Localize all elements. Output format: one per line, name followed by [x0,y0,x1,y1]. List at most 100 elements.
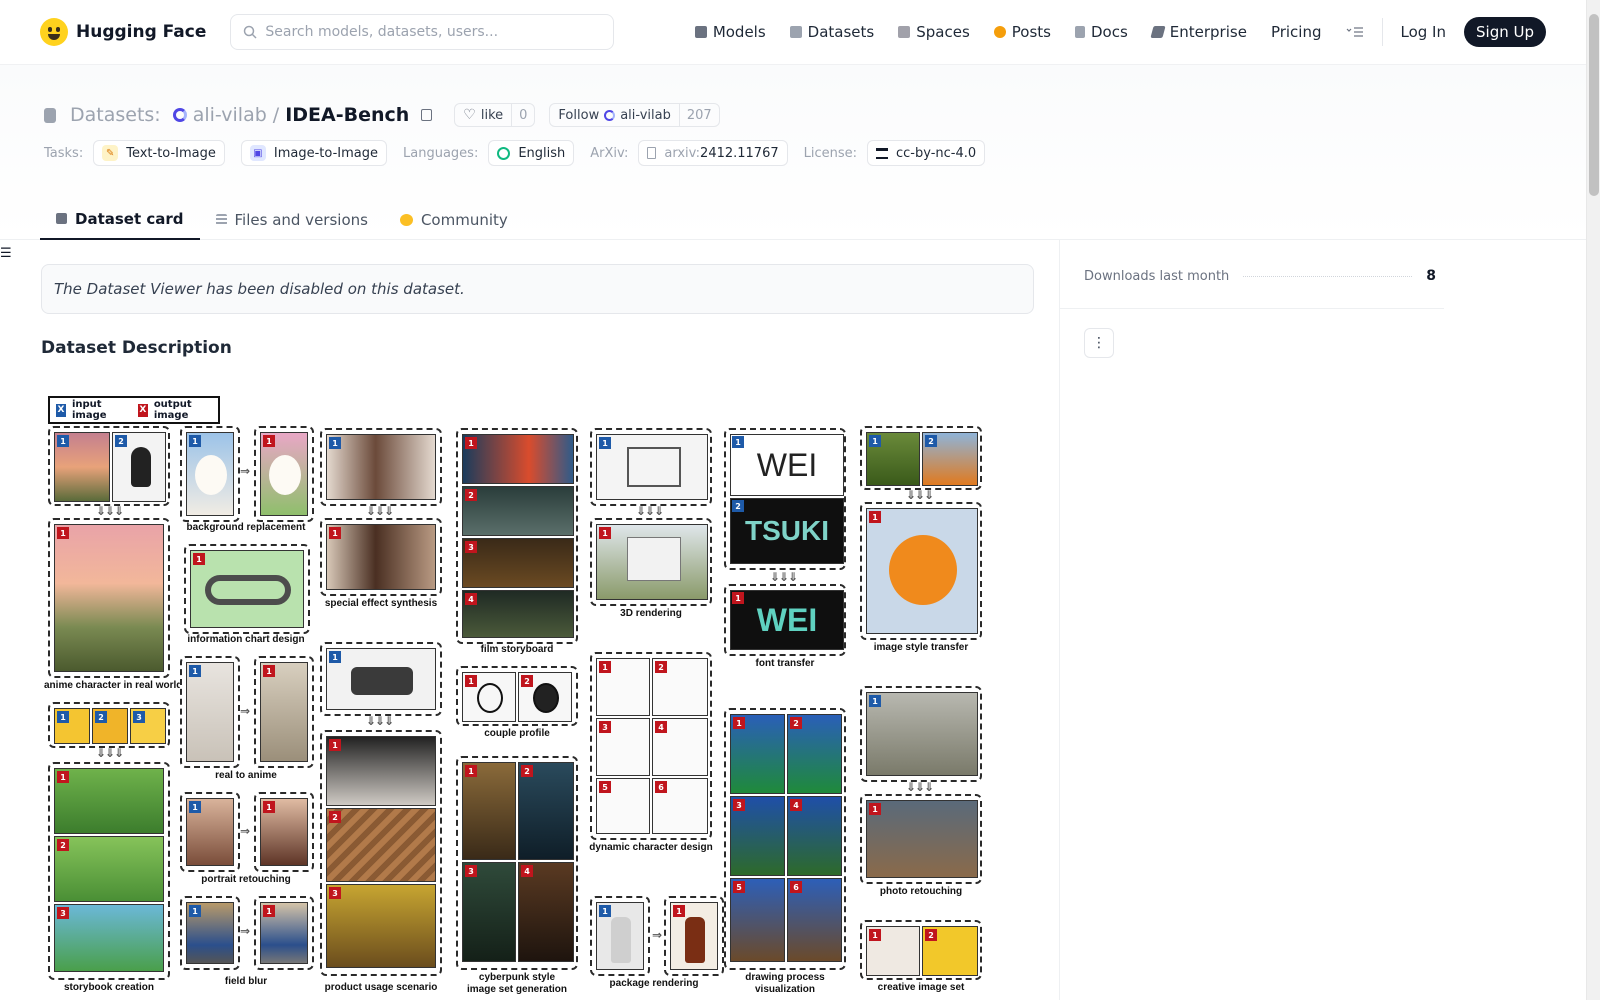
figure-cell-anime-output: 1 [48,518,170,678]
image-index-badge: 1 [673,905,685,917]
figure-legend: Xinput image Xoutput image [48,396,220,424]
image-index-badge: 4 [790,799,802,811]
globe-icon [497,146,511,160]
example-image: 1 [866,926,920,976]
example-image: 1 [866,692,978,776]
datasets-section-link[interactable]: Datasets: [70,104,161,126]
tag-license[interactable]: cc-by-nc-4.0 [867,140,986,166]
image-index-badge: 3 [733,799,745,811]
tab-dataset-card[interactable]: Dataset card [40,199,200,240]
arxiv-label: ArXiv: [590,145,629,161]
nav-spaces[interactable]: Spaces [886,14,982,50]
toc-toggle-icon[interactable]: ☰ [0,246,12,261]
figure-cell-storybook-input: 1 2 3 [48,702,170,748]
image-index-badge: 5 [733,881,745,893]
viewer-disabled-notice: The Dataset Viewer has been disabled on … [41,264,1034,314]
nav-posts[interactable]: Posts [982,14,1063,50]
nav-more-menu[interactable] [1334,14,1376,50]
flow-arrow: ⇓⇓⇓ [636,504,664,518]
image-index-badge: 1 [263,665,275,677]
tag-text-to-image[interactable]: ✎ Text-to-Image [93,140,225,166]
example-image: 1 [54,768,164,834]
tab-files-and-versions[interactable]: Files and versions [200,199,384,240]
image-index-badge: 1 [733,717,745,729]
example-image: 1 [260,798,308,866]
cube-icon [694,26,707,38]
image-index-badge: 1 [869,695,881,707]
search-input[interactable] [265,24,586,40]
search-box[interactable] [230,14,615,50]
tasks-label: Tasks: [44,145,84,161]
image-index-badge: 1 [465,675,477,687]
figure-cell-package-input: 1 [590,896,650,976]
tab-community[interactable]: Community [384,199,524,240]
caption: photo retouching [879,886,963,897]
example-image: 3 [130,708,166,744]
license-label: License: [803,145,858,161]
output-badge-swatch: X [137,403,148,417]
image-index-badge: 3 [465,541,477,553]
idea-bench-overview-figure: Xinput image Xoutput image 1 2 ⇓⇓⇓ 1 ani… [44,388,984,1000]
example-image: 1 [596,434,708,500]
image-index-badge: 4 [465,593,477,605]
more-options-button[interactable]: ⋮ [1084,328,1114,358]
image-index-badge: 1 [732,436,744,448]
downloads-label: Downloads last month [1084,268,1230,284]
example-image: 1 [260,662,308,762]
tag-image-to-image[interactable]: ▣ Image-to-Image [240,140,388,166]
divider [1060,308,1444,309]
image-index-badge: 1 [599,527,611,539]
image-to-image-icon: ▣ [249,145,266,161]
org-link[interactable]: ali-vilab [193,104,267,126]
caption: 3D rendering [620,608,682,619]
nav-models[interactable]: Models [683,14,778,50]
like-button[interactable]: ♡ like 0 [454,103,536,127]
example-image: 3 [730,796,785,876]
nav-pricing[interactable]: Pricing [1259,14,1334,50]
caption: image set generation [466,984,568,995]
flow-arrow: ⇓⇓⇓ [770,570,798,584]
example-image: 1 [326,648,436,710]
languages-label: Languages: [403,145,479,161]
nav-enterprise[interactable]: Enterprise [1140,14,1259,50]
image-index-badge: 1 [189,801,201,813]
example-image: 1 [730,714,785,794]
image-index-badge: 4 [655,721,667,733]
figure-cell-film-storyboard: 1 2 3 4 [456,428,578,644]
image-index-badge: 6 [655,781,667,793]
posts-icon [993,26,1006,38]
figure-cell-dynamic-character: 1 2 3 4 5 6 [590,652,712,840]
follow-button[interactable]: Follow ali-vilab 207 [549,103,720,127]
figure-cell-creative-set: 1 2 [860,920,982,980]
figure-cell-font-input: WEI 1 TSUKI 2 [724,428,846,570]
nav-datasets[interactable]: Datasets [778,14,887,50]
caption: storybook creation [63,982,155,993]
login-link[interactable]: Log In [1389,14,1459,50]
input-badge-swatch: X [56,403,66,417]
example-image: WEI [730,590,844,650]
signup-button[interactable]: Sign Up [1464,17,1546,47]
example-image: 2 [54,836,164,902]
example-image: 1 [462,762,516,860]
example-image: 1 [866,432,920,486]
caption: visualization [754,984,815,995]
home-logo-link[interactable]: Hugging Face [40,18,206,46]
example-image: 4 [652,718,708,776]
page-scrollbar[interactable] [1586,0,1600,1000]
caption: couple profile [484,728,550,739]
scrollbar-thumb[interactable] [1589,14,1599,196]
example-image: 1 [190,550,304,628]
image-index-badge: 1 [329,437,341,449]
example-image: 4 [462,590,574,638]
repo-name[interactable]: IDEA-Bench [285,104,409,126]
image-index-badge: 1 [57,435,69,447]
image-index-badge: 4 [521,865,533,877]
example-image: 1 [596,524,708,600]
copy-icon[interactable] [421,109,433,121]
tag-arxiv[interactable]: arxiv:2412.11767 [638,140,788,166]
nav-docs[interactable]: Docs [1063,14,1140,50]
example-image: 4 [518,862,574,962]
spaces-grid-icon [898,26,911,38]
enterprise-icon [1150,26,1166,38]
tag-english[interactable]: English [488,140,575,166]
